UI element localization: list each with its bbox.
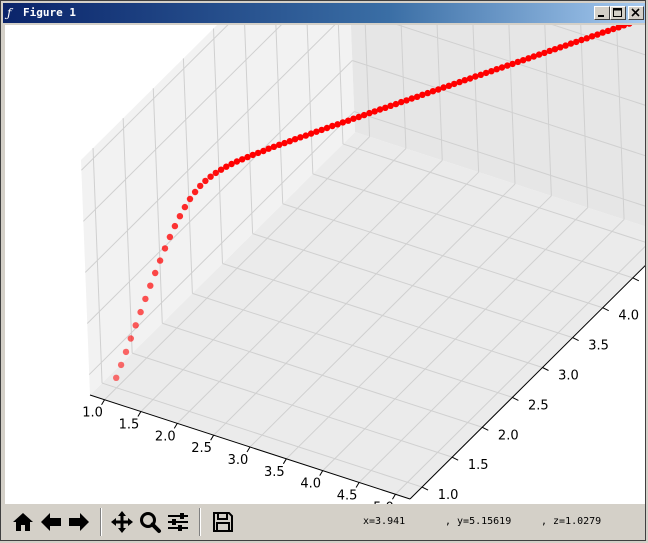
scatter-point <box>297 134 304 141</box>
x-tick-mark <box>101 399 105 405</box>
x-tick-label: 1.0 <box>82 406 103 421</box>
scatter-point <box>127 335 134 342</box>
scatter-point <box>191 188 199 196</box>
cursor-x-readout: x=3.941 <box>363 516 406 527</box>
y-tick-mark <box>512 396 519 401</box>
scatter-point <box>197 182 204 190</box>
close-icon <box>631 8 640 17</box>
toolbar-separator <box>100 508 102 536</box>
x-tick-label: 3.5 <box>264 465 285 480</box>
figure-window: ƒ Figure 1 1.01.52.02.53.03.54.04.55.01.… <box>0 0 648 541</box>
y-tick-label: 2.0 <box>498 428 519 443</box>
minimize-icon <box>598 15 604 17</box>
home-button[interactable] <box>9 508 36 536</box>
scatter-point <box>113 374 120 381</box>
x-tick-mark <box>137 411 142 417</box>
y-tick-mark <box>451 456 459 461</box>
close-button[interactable] <box>628 6 644 20</box>
scatter-point <box>156 257 164 264</box>
cursor-z-readout: , z=1.0279 <box>541 516 602 527</box>
scatter-point <box>142 295 149 303</box>
x-tick-mark <box>173 423 178 429</box>
figure-canvas[interactable]: 1.01.52.02.53.03.54.04.55.01.01.52.02.53… <box>5 0 648 515</box>
x-tick-label: 3.0 <box>228 453 249 468</box>
magnifier-icon <box>139 512 161 533</box>
scatter-point <box>186 195 194 203</box>
scatter-point <box>132 322 139 329</box>
x-tick-label: 2.5 <box>191 441 212 456</box>
scatter-point <box>207 173 214 180</box>
home-icon <box>12 513 33 531</box>
y-tick-mark <box>572 337 579 342</box>
x-tick-mark <box>392 494 396 500</box>
scatter-point <box>117 361 125 369</box>
scatter-point <box>161 245 169 252</box>
y-tick-label: 2.5 <box>528 398 549 413</box>
y-tick-mark <box>602 307 609 312</box>
scatter-point <box>166 233 174 241</box>
floppy-icon <box>212 512 233 532</box>
maximize-icon <box>613 8 622 17</box>
y-tick-mark <box>632 277 640 282</box>
scatter-point <box>137 308 144 316</box>
move-icon <box>110 511 133 533</box>
app-icon: ƒ <box>7 6 12 20</box>
scatter-point <box>147 282 154 289</box>
configure-subplots-button[interactable] <box>164 508 191 536</box>
sliders-icon <box>167 513 188 531</box>
scatter-point <box>202 177 209 185</box>
y-tick-mark <box>542 367 549 371</box>
scatter-point <box>472 73 479 80</box>
x-tick-label: 4.0 <box>300 477 321 492</box>
cursor-y-readout: , y=5.15619 <box>445 516 512 527</box>
x-tick-label: 2.0 <box>155 429 176 444</box>
scatter-point <box>152 269 159 277</box>
title-bar[interactable]: ƒ Figure 1 <box>3 3 645 23</box>
x-tick-mark <box>319 470 324 476</box>
arrow-right-icon <box>68 513 89 531</box>
window-title: Figure 1 <box>23 6 76 19</box>
3d-scatter-plot[interactable]: 1.01.52.02.53.03.54.04.55.01.01.52.02.53… <box>5 0 648 515</box>
x-tick-label: 1.5 <box>119 418 140 433</box>
scatter-point <box>176 213 184 220</box>
scatter-point <box>181 203 189 211</box>
y-tick-mark <box>421 486 429 491</box>
pan-button[interactable] <box>108 508 135 536</box>
x-tick-mark <box>282 458 287 465</box>
y-tick-label: 3.0 <box>558 369 579 384</box>
x-tick-label: 4.5 <box>337 488 358 503</box>
scatter-point <box>212 169 219 177</box>
scatter-point <box>171 222 179 230</box>
minimize-button[interactable] <box>594 6 610 20</box>
y-tick-label: 3.5 <box>588 339 609 354</box>
maximize-button[interactable] <box>610 6 626 20</box>
y-tick-mark <box>482 426 489 431</box>
x-tick-mark <box>246 446 251 453</box>
arrow-left-icon <box>40 513 61 531</box>
navigation-toolbar: x=3.941 , y=5.15619 , z=1.0279 <box>5 504 645 540</box>
back-button[interactable] <box>37 508 64 536</box>
toolbar-separator <box>199 508 201 536</box>
save-button[interactable] <box>209 508 236 536</box>
zoom-button[interactable] <box>136 508 163 536</box>
x-tick-mark <box>355 482 360 488</box>
y-tick-label: 1.0 <box>438 488 459 503</box>
forward-button[interactable] <box>65 508 92 536</box>
y-tick-label: 4.0 <box>618 309 639 324</box>
y-tick-label: 1.5 <box>468 458 489 473</box>
x-tick-mark <box>210 434 215 441</box>
scatter-point <box>122 348 130 356</box>
